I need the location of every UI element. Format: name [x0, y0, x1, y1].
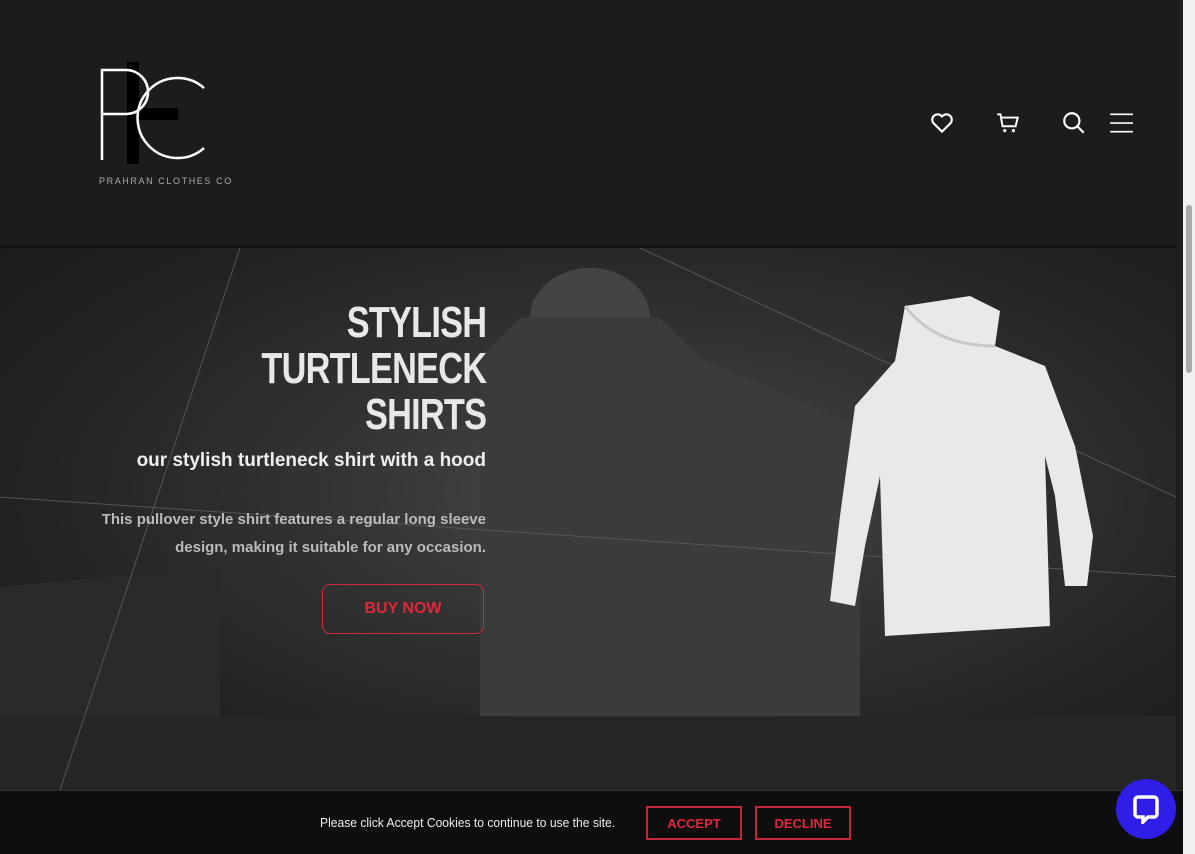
cart-icon[interactable]	[995, 110, 1021, 136]
title-line: STYLISH	[346, 298, 487, 347]
accept-cookies-button[interactable]: ACCEPT	[646, 806, 742, 840]
cookie-banner: Please click Accept Cookies to continue …	[0, 790, 1183, 854]
cookie-message: Please click Accept Cookies to continue …	[320, 815, 616, 830]
hero-banner: STYLISH TURTLENECK SHIRTS our stylish tu…	[0, 246, 1176, 790]
brand-logo[interactable]	[96, 60, 246, 190]
hero-subtitle: our stylish turtleneck shirt with a hood	[136, 450, 486, 471]
chat-icon	[1133, 795, 1159, 824]
hero-description: This pullover style shirt features a reg…	[101, 511, 486, 556]
turtleneck-shirt-image	[830, 296, 1093, 636]
chat-widget-button[interactable]	[1116, 779, 1176, 839]
decline-cookies-button[interactable]: DECLINE	[755, 806, 851, 840]
hero-title: STYLISH TURTLENECK SHIRTS	[261, 298, 487, 439]
title-line: TURTLENECK	[261, 344, 487, 393]
heart-icon[interactable]	[929, 110, 955, 136]
scrollbar-thumb[interactable]	[1186, 205, 1192, 373]
search-icon[interactable]	[1061, 110, 1087, 136]
buy-now-button[interactable]: BUY NOW	[322, 584, 484, 634]
menu-icon[interactable]	[1108, 110, 1134, 136]
scrollbar[interactable]	[1183, 0, 1195, 854]
brand-name: PRAHRAN CLOTHES CO	[99, 176, 233, 186]
site-header: PRAHRAN CLOTHES CO	[0, 0, 1183, 246]
title-line: SHIRTS	[364, 390, 487, 439]
